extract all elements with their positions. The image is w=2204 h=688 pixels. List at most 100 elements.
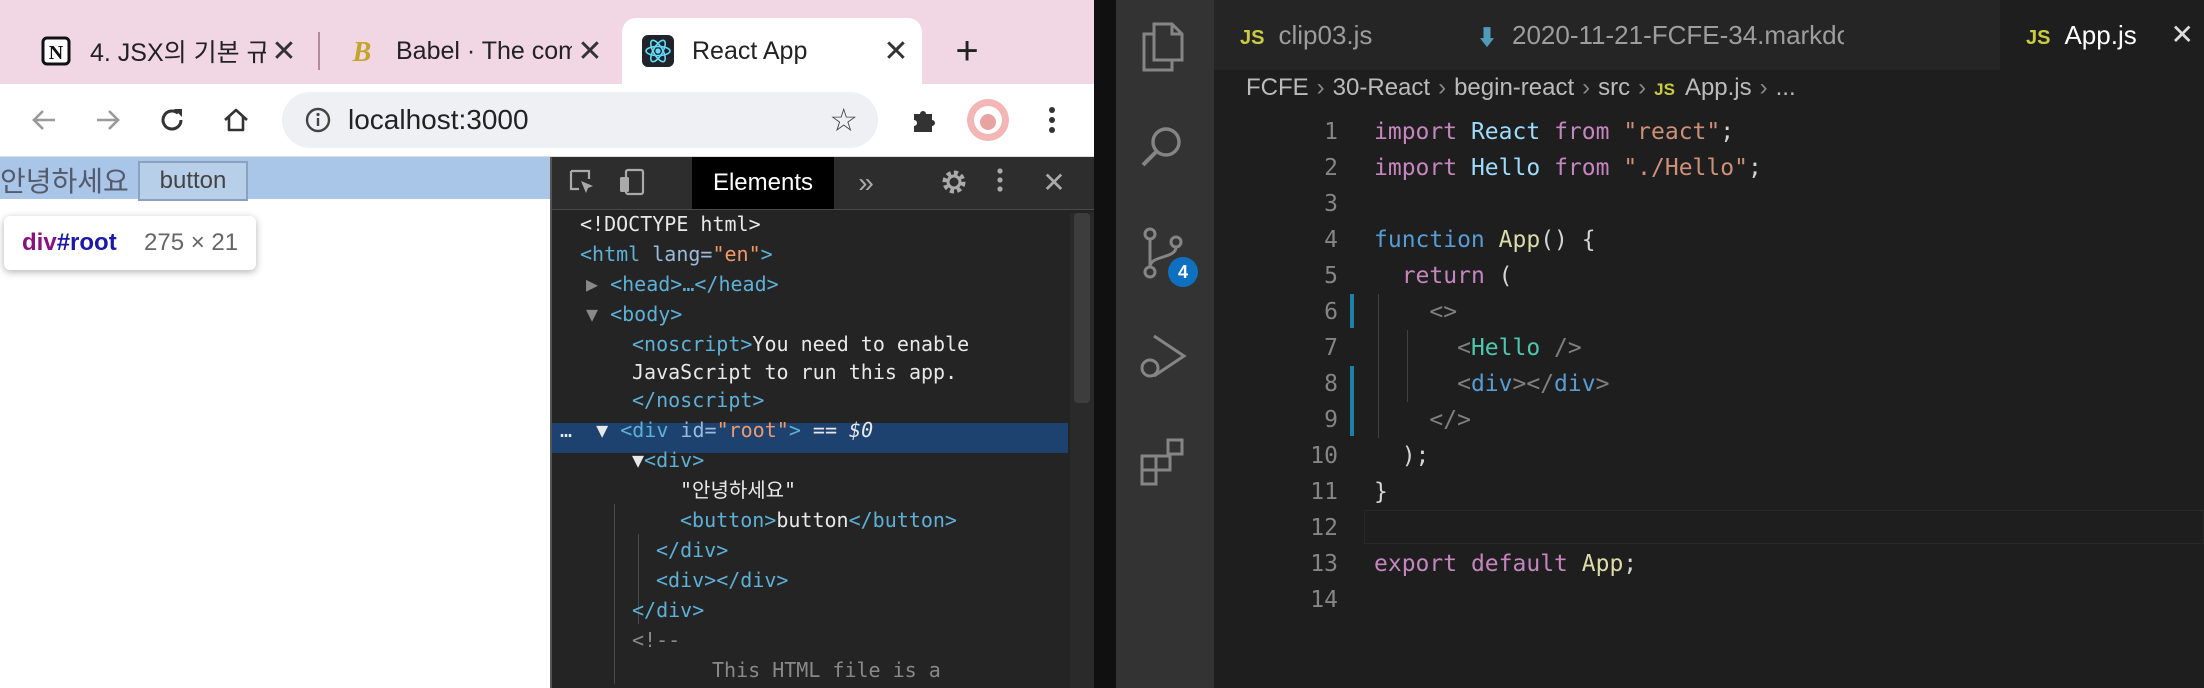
tab-label: clip03.js — [1278, 20, 1373, 50]
tab-clip03[interactable]: JS clip03.js — [1214, 0, 1454, 70]
line-number: 5 — [1324, 263, 1338, 289]
breadcrumb-item[interactable]: 30-React — [1333, 74, 1430, 101]
code-line-13[interactable]: export default App; — [1374, 546, 1637, 582]
tab-app-js[interactable]: JS App.js ✕ — [2000, 0, 2204, 70]
indent-guide — [614, 504, 615, 684]
code-line-8[interactable]: <div></div> — [1374, 366, 1609, 402]
code-line-4[interactable]: function App() { — [1374, 222, 1596, 258]
code-editor[interactable]: 1 2 3 4 5 6 7 8 9 10 11 12 13 14 import … — [1214, 114, 2204, 688]
tooltip-id: #root — [56, 229, 117, 256]
chevron-right-icon: › — [1638, 74, 1647, 101]
tree-noscript-close[interactable]: </noscript> — [632, 385, 764, 415]
react-icon — [642, 35, 674, 67]
inspect-element-icon[interactable] — [566, 167, 598, 199]
tab-markdown[interactable]: 2020-11-21-FCFE-34.markdown — [1454, 0, 1844, 70]
reload-icon[interactable] — [148, 96, 196, 144]
profile-avatar-icon[interactable] — [964, 96, 1012, 144]
code-line-7[interactable]: <Hello /> — [1374, 330, 1582, 366]
devtools-scrollbar[interactable] — [1070, 213, 1094, 688]
close-devtools-icon[interactable]: ✕ — [1038, 167, 1070, 199]
more-tabs-icon[interactable]: » — [850, 167, 882, 199]
chevron-right-icon: › — [1438, 74, 1447, 101]
extensions-puzzle-icon[interactable] — [900, 96, 948, 144]
home-icon[interactable] — [212, 96, 260, 144]
forward-arrow-icon[interactable] — [84, 96, 132, 144]
breadcrumb-item[interactable]: App.js — [1685, 74, 1752, 101]
code-line-2[interactable]: import Hello from "./Hello"; — [1374, 150, 1762, 186]
address-bar[interactable]: localhost:3000 ☆ — [282, 92, 878, 148]
gear-icon[interactable] — [938, 167, 970, 199]
code-line-5[interactable]: return ( — [1374, 258, 1513, 294]
bookmark-star-icon[interactable]: ☆ — [829, 101, 858, 139]
tree-html[interactable]: <html lang="en"> — [580, 239, 773, 269]
close-tab-icon[interactable]: ✕ — [266, 34, 302, 69]
breadcrumb: FCFE › 30-React › begin-react › src › JS App.js ›.… — [1246, 74, 1796, 110]
tree-inner-div[interactable]: ▼<div> — [632, 445, 704, 475]
code-line-10[interactable]: ); — [1374, 438, 1430, 474]
gutter-change-marker — [1350, 294, 1354, 328]
tab-title: Babel · The compiler for next generation… — [396, 36, 572, 65]
gutter-change-marker — [1350, 366, 1354, 436]
tab-title: React App — [692, 36, 808, 65]
window-gap — [1094, 0, 1116, 688]
tab-jsx-rules[interactable]: N 4. JSX의 기본 규칙 ✕ — [20, 18, 310, 84]
search-icon[interactable] — [1138, 122, 1192, 176]
tab-elements[interactable]: Elements — [692, 157, 834, 209]
new-tab-button[interactable]: + — [942, 26, 992, 76]
tooltip-tag: div#root — [22, 229, 117, 256]
tree-doctype[interactable]: <!DOCTYPE html> — [580, 209, 761, 239]
scm-count-badge: 4 — [1168, 257, 1198, 287]
chevron-right-icon: › — [1316, 74, 1325, 101]
tab-label: 2020-11-21-FCFE-34.markdown — [1512, 20, 1844, 50]
breadcrumb-item[interactable]: ... — [1776, 74, 1796, 101]
close-tab-icon[interactable]: ✕ — [878, 34, 914, 69]
url-text[interactable]: localhost:3000 — [348, 104, 529, 136]
code-line-1[interactable]: import React from "react"; — [1374, 114, 1734, 150]
js-file-icon: JS — [1240, 27, 1265, 49]
svg-text:N: N — [49, 42, 64, 64]
device-toolbar-icon[interactable] — [616, 167, 648, 199]
code-line-9[interactable]: </> — [1374, 402, 1471, 438]
back-arrow-icon[interactable] — [20, 96, 68, 144]
line-number: 12 — [1310, 515, 1338, 541]
code-line-11[interactable]: } — [1374, 474, 1388, 510]
devtools-panel: Elements » ✕ <!DOCTYPE html> <html lang=… — [550, 157, 1094, 688]
line-number: 3 — [1324, 191, 1338, 217]
site-info-icon[interactable] — [304, 106, 332, 134]
close-tab-icon[interactable]: ✕ — [2171, 0, 2194, 70]
tab-divider — [318, 32, 320, 70]
breadcrumb-item[interactable]: begin-react — [1454, 74, 1574, 101]
tab-label: App.js — [2064, 20, 2137, 50]
line-number: 10 — [1310, 443, 1338, 469]
line-number: 14 — [1310, 587, 1338, 613]
code-line-6[interactable]: <> — [1374, 294, 1457, 330]
breadcrumb-item[interactable]: FCFE — [1246, 74, 1309, 101]
line-number: 13 — [1310, 551, 1338, 577]
close-tab-icon[interactable]: ✕ — [572, 34, 608, 69]
tree-inner-div-close[interactable]: </div> — [656, 535, 728, 565]
tab-react-app[interactable]: React App ✕ — [622, 18, 922, 84]
tree-text-node[interactable]: "안녕하세요" — [680, 475, 796, 505]
page-button[interactable]: button — [138, 161, 248, 201]
activity-bar: 4 — [1116, 0, 1214, 688]
tree-div-root[interactable]: … ▼ <div id="root"> == $0 — [560, 415, 873, 445]
tab-babel[interactable]: B Babel · The compiler for next generati… — [326, 18, 616, 84]
tree-button[interactable]: <button>button</button> — [680, 505, 957, 535]
devtools-menu-icon[interactable] — [984, 167, 1016, 199]
tooltip-arrow — [18, 204, 42, 216]
extensions-icon[interactable] — [1138, 434, 1192, 488]
line-number: 11 — [1310, 479, 1338, 505]
scrollbar-thumb[interactable] — [1074, 213, 1090, 403]
explorer-files-icon[interactable] — [1138, 20, 1192, 74]
devtools-toolbar: Elements » ✕ — [552, 157, 1094, 210]
tree-head[interactable]: ▶ <head>…</head> — [586, 269, 779, 299]
breadcrumb-item[interactable]: src — [1598, 74, 1630, 101]
tree-empty-div[interactable]: <div></div> — [656, 565, 788, 595]
tree-comment-open[interactable]: <!-- — [632, 625, 680, 655]
run-debug-icon[interactable] — [1138, 330, 1192, 384]
current-line-highlight — [1364, 510, 2204, 544]
tree-body[interactable]: ▼ <body> — [586, 299, 682, 329]
browser-menu-icon[interactable] — [1028, 96, 1076, 144]
tree-root-div-close[interactable]: </div> — [632, 595, 704, 625]
tree-noscript[interactable]: <noscript>You need to enable — [632, 329, 969, 359]
